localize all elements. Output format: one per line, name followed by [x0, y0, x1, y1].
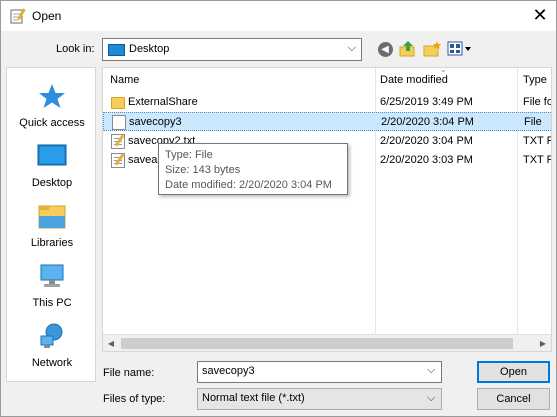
place-label: Quick access	[19, 117, 85, 129]
file-type: TXT F	[523, 135, 552, 147]
scrollbar-thumb[interactable]	[121, 338, 513, 349]
star-icon	[39, 84, 65, 108]
file-name: savecopy3	[129, 116, 182, 128]
lookin-dropdown[interactable]: Desktop ⌵	[102, 38, 362, 61]
up-folder-button[interactable]	[398, 40, 418, 60]
folder-icon	[111, 97, 125, 109]
text-file-icon	[111, 153, 125, 168]
cancel-button[interactable]: Cancel	[477, 388, 550, 410]
back-button[interactable]: ◀	[376, 40, 394, 60]
place-label: Desktop	[31, 177, 73, 189]
place-label: Libraries	[30, 237, 74, 249]
chevron-down-icon: ⌵	[347, 42, 356, 54]
place-libraries[interactable]: Libraries	[7, 196, 97, 256]
window-title: Open	[32, 9, 62, 23]
title-bar: Open ✕	[1, 1, 556, 31]
scroll-left-icon[interactable]: ◀	[103, 336, 119, 351]
file-name: ExternalShare	[128, 96, 198, 108]
file-row-savecopy3[interactable]: savecopy3 2/20/2020 3:04 PM File	[103, 112, 551, 131]
file-type: File fo	[523, 96, 552, 108]
filename-label: File name:	[103, 367, 155, 379]
new-folder-icon	[423, 41, 441, 57]
tooltip-type: Type: File	[165, 149, 213, 161]
place-label: Network	[31, 357, 73, 369]
file-date: 2/20/2020 3:03 PM	[380, 154, 473, 166]
tooltip-size: Size: 143 bytes	[165, 164, 241, 176]
views-icon	[447, 41, 471, 56]
filetype-dropdown[interactable]: Normal text file (*.txt)	[197, 388, 442, 410]
open-button[interactable]: Open	[477, 361, 550, 383]
file-info-tooltip: Type: File Size: 143 bytes Date modified…	[158, 143, 348, 195]
column-header-date[interactable]: Date modified	[380, 68, 518, 92]
open-dialog: Open ✕ Look in: Desktop ⌵ ◀ Quick access…	[0, 0, 557, 417]
column-header-name[interactable]: Name	[107, 68, 375, 92]
file-type: TXT F	[523, 154, 552, 166]
scroll-right-icon[interactable]: ▶	[535, 336, 551, 351]
file-type: File	[524, 116, 542, 128]
up-folder-icon	[399, 41, 415, 57]
places-bar: Quick access Desktop Libraries This PC N…	[6, 67, 96, 382]
back-arrow-icon: ◀	[377, 42, 393, 57]
file-icon	[112, 115, 126, 130]
place-quick-access[interactable]: Quick access	[7, 76, 97, 136]
chevron-down-icon[interactable]: ⌵	[427, 392, 435, 405]
new-folder-button[interactable]	[422, 40, 442, 60]
text-file-icon	[111, 134, 125, 149]
computer-icon	[40, 264, 64, 287]
desktop-icon	[37, 144, 67, 166]
file-date: 6/25/2019 3:49 PM	[380, 96, 473, 108]
file-date: 2/20/2020 3:04 PM	[381, 116, 474, 128]
chevron-down-icon[interactable]: ⌵	[427, 364, 435, 377]
file-row-externalshare[interactable]: ExternalShare 6/25/2019 3:49 PM File fo	[103, 93, 552, 112]
file-list[interactable]: Name ⌄ Date modified Type ExternalShare …	[102, 67, 552, 352]
tooltip-modified: Date modified: 2/20/2020 3:04 PM	[165, 179, 332, 191]
horizontal-scrollbar[interactable]: ◀ ▶	[103, 334, 551, 351]
place-this-pc[interactable]: This PC	[7, 256, 97, 316]
notepad-icon	[10, 8, 26, 24]
column-header-type[interactable]: Type	[523, 68, 551, 92]
lookin-value: Desktop	[129, 43, 170, 55]
filetype-label: Files of type:	[103, 393, 166, 405]
place-network[interactable]: Network	[7, 316, 97, 376]
desktop-folder-icon	[108, 44, 125, 56]
views-menu-button[interactable]	[447, 40, 473, 60]
place-label: This PC	[32, 297, 72, 309]
close-button[interactable]: ✕	[530, 5, 550, 25]
network-icon	[40, 323, 63, 348]
libraries-icon	[38, 205, 66, 229]
file-date: 2/20/2020 3:04 PM	[380, 135, 473, 147]
place-desktop[interactable]: Desktop	[7, 136, 97, 196]
filename-input[interactable]: savecopy3	[197, 361, 442, 383]
lookin-label: Look in:	[56, 43, 95, 55]
